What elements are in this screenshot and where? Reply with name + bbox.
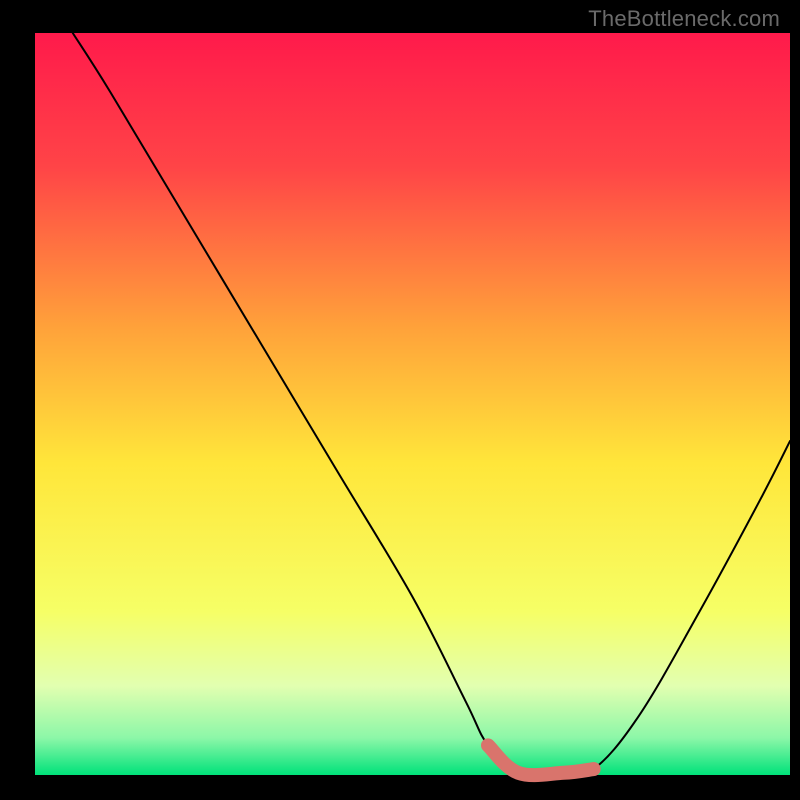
chart-plot-background	[35, 33, 790, 775]
chart-container: TheBottleneck.com	[0, 0, 800, 800]
watermark-text: TheBottleneck.com	[588, 6, 780, 32]
bottleneck-chart	[0, 0, 800, 800]
